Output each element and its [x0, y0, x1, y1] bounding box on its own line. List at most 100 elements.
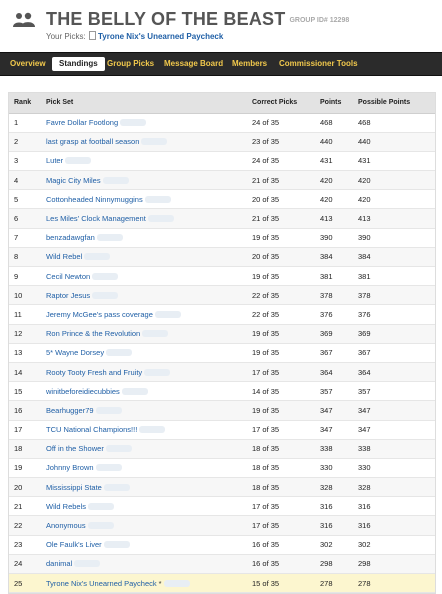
pick-set-link[interactable]: Mississippi State	[46, 483, 102, 492]
redacted-owner-name	[139, 426, 166, 434]
pick-set-link[interactable]: Favre Dollar Footlong	[46, 118, 118, 127]
points-cell: 390	[315, 228, 353, 248]
pick-set-link[interactable]: Bearhugger79	[46, 406, 94, 415]
redacted-owner-name	[141, 138, 168, 146]
possible-points-cell: 468	[353, 113, 435, 133]
points-cell: 330	[315, 458, 353, 479]
points-cell: 384	[315, 247, 353, 268]
pick-set-link[interactable]: Rooty Tooty Fresh and Fruity	[46, 368, 142, 377]
possible-points-cell: 347	[353, 420, 435, 440]
tab-overview[interactable]: Overview	[10, 57, 46, 71]
rank-cell: 18	[9, 439, 41, 459]
points-cell: 328	[315, 477, 353, 498]
pick-set-link[interactable]: Anonymous	[46, 521, 86, 530]
points-cell: 316	[315, 496, 353, 517]
table-row: 6 Les Miles' Clock Management 21 of 35 413 4…	[9, 208, 435, 229]
redacted-owner-name	[65, 157, 92, 165]
possible-points-cell: 369	[353, 324, 435, 344]
redacted-owner-name	[88, 502, 115, 510]
table-row: 3 Luter 24 of 35 431 431	[9, 151, 435, 172]
points-cell: 376	[315, 304, 353, 325]
possible-points-cell: 302	[353, 535, 435, 555]
pick-set-cell: last grasp at football season	[41, 132, 247, 152]
table-row: 15 winitbeforeidiecubbies 14 of 35 357 357	[9, 381, 435, 402]
your-pick-link[interactable]: Tyrone Nix's Unearned Paycheck	[98, 32, 223, 41]
column-header-pick-set[interactable]: Pick Set	[41, 93, 247, 114]
column-header-correct-picks[interactable]: Correct Picks	[247, 93, 315, 114]
pick-set-cell: Wild Rebel	[41, 247, 247, 268]
possible-points-cell: 298	[353, 554, 435, 575]
possible-points-cell: 376	[353, 304, 435, 325]
tab-group-picks[interactable]: Group Picks	[107, 57, 154, 71]
tab-members[interactable]: Members	[232, 57, 267, 71]
rank-cell: 16	[9, 400, 41, 421]
rank-cell: 10	[9, 285, 41, 306]
pick-set-link[interactable]: Les Miles' Clock Management	[46, 214, 146, 223]
pick-set-link[interactable]: Cecil Newton	[46, 272, 90, 281]
correct-picks-cell: 16 of 35	[247, 554, 315, 575]
group-people-icon	[13, 12, 35, 27]
pick-set-cell: Rooty Tooty Fresh and Fruity	[41, 362, 247, 383]
correct-picks-cell: 20 of 35	[247, 189, 315, 210]
pick-set-link[interactable]: benzadawgfan	[46, 233, 95, 242]
pick-set-link[interactable]: Tyrone Nix's Unearned Paycheck	[46, 579, 157, 588]
pick-set-link[interactable]: Luter	[46, 156, 63, 165]
redacted-owner-name	[87, 522, 114, 530]
rank-cell: 5	[9, 189, 41, 210]
tab-commissioner-tools[interactable]: Commissioner Tools	[279, 57, 358, 71]
pick-set-link[interactable]: Wild Rebel	[46, 252, 82, 261]
redacted-owner-name	[102, 176, 129, 184]
redacted-owner-name	[163, 579, 190, 587]
points-cell: 357	[315, 381, 353, 402]
pick-set-link[interactable]: danimal	[46, 559, 72, 568]
table-row: 9 Cecil Newton 19 of 35 381 381	[9, 266, 435, 287]
pick-set-cell: Wild Rebels	[41, 496, 247, 517]
your-picks-line: Your Picks: Tyrone Nix's Unearned Payche…	[46, 31, 223, 41]
rank-cell: 7	[9, 228, 41, 248]
pick-set-link[interactable]: 5* Wayne Dorsey	[46, 348, 104, 357]
points-cell: 381	[315, 266, 353, 287]
my-pick-marker: *	[158, 578, 162, 588]
pick-set-link[interactable]: Off in the Shower	[46, 444, 104, 453]
points-cell: 367	[315, 343, 353, 363]
rank-cell: 21	[9, 496, 41, 517]
page-header: THE BELLY OF THE BEAST GROUP ID# 12298 Yo…	[0, 0, 442, 48]
table-row: 4 Magic City Miles 21 of 35 420 420	[9, 170, 435, 191]
pick-set-link[interactable]: Ron Prince & the Revolution	[46, 329, 140, 338]
correct-picks-cell: 17 of 35	[247, 420, 315, 440]
pick-set-cell: benzadawgfan	[41, 228, 247, 248]
pick-set-link[interactable]: Ole Faulk's Liver	[46, 540, 102, 549]
column-header-possible-points[interactable]: Possible Points	[353, 93, 435, 114]
rank-cell: 8	[9, 247, 41, 268]
rank-cell: 9	[9, 266, 41, 287]
pick-set-link[interactable]: TCU National Champions!!!	[46, 425, 137, 434]
pick-set-cell: winitbeforeidiecubbies	[41, 381, 247, 402]
pick-set-cell: danimal	[41, 554, 247, 575]
pick-set-link[interactable]: Raptor Jesus	[46, 291, 90, 300]
table-row: 13 5* Wayne Dorsey 19 of 35 367 367	[9, 343, 435, 363]
column-header-points[interactable]: Points	[315, 93, 353, 114]
pick-set-link[interactable]: Jeremy McGee's pass coverage	[46, 310, 153, 319]
pick-set-cell: Cottonheaded Ninnymuggins	[41, 189, 247, 210]
pick-set-link[interactable]: Cottonheaded Ninnymuggins	[46, 195, 143, 204]
rank-cell: 1	[9, 113, 41, 133]
table-row: 7 benzadawgfan 19 of 35 390 390	[9, 228, 435, 248]
pick-set-link[interactable]: Magic City Miles	[46, 176, 101, 185]
pick-set-link[interactable]: winitbeforeidiecubbies	[46, 387, 120, 396]
points-cell: 298	[315, 554, 353, 575]
tab-standings[interactable]: Standings	[52, 57, 105, 71]
correct-picks-cell: 19 of 35	[247, 343, 315, 363]
tab-message-board[interactable]: Message Board	[164, 57, 223, 71]
pick-set-link[interactable]: Johnny Brown	[46, 463, 94, 472]
points-cell: 431	[315, 151, 353, 172]
pick-set-link[interactable]: last grasp at football season	[46, 137, 139, 146]
rank-cell: 15	[9, 381, 41, 402]
column-header-rank[interactable]: Rank	[9, 93, 41, 114]
correct-picks-cell: 17 of 35	[247, 496, 315, 517]
redacted-owner-name	[92, 272, 119, 280]
pick-set-link[interactable]: Wild Rebels	[46, 502, 86, 511]
pick-set-cell: Bearhugger79	[41, 400, 247, 421]
table-row: 5 Cottonheaded Ninnymuggins 20 of 35 420 420	[9, 189, 435, 210]
rank-cell: 6	[9, 208, 41, 229]
correct-picks-cell: 16 of 35	[247, 535, 315, 555]
